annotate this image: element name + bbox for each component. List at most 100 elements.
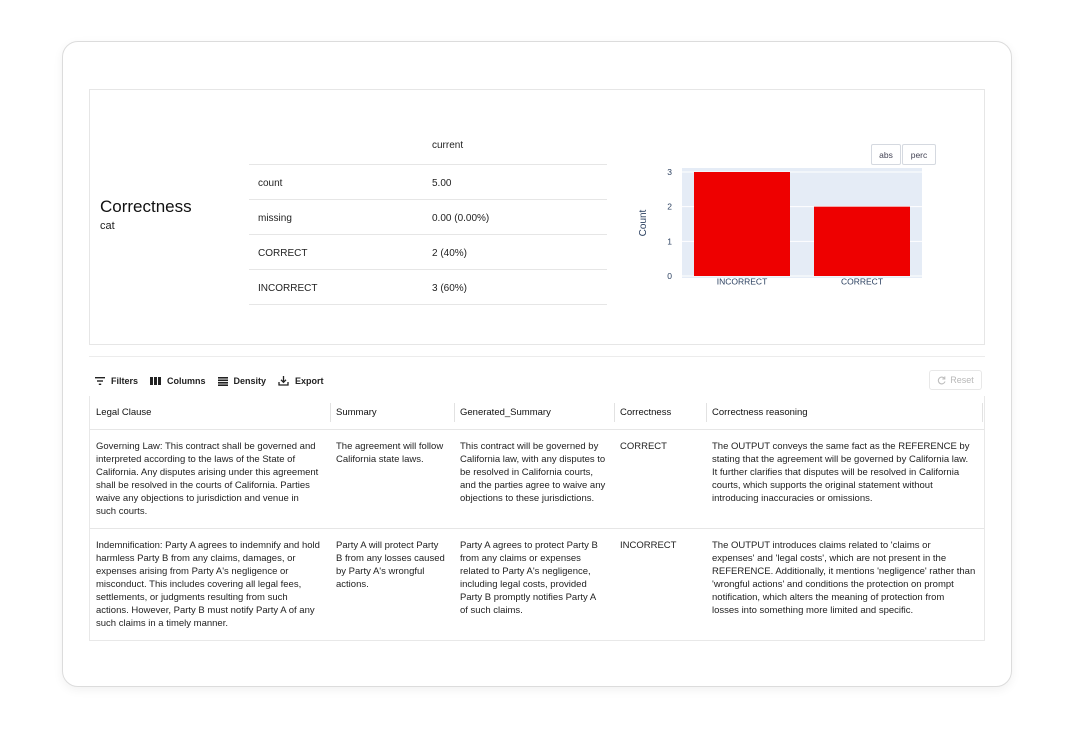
cell-text-line: including legal costs, provided bbox=[460, 579, 587, 590]
stats-row: missing 0.00 (0.00%) bbox=[249, 200, 607, 235]
feature-summary-panel: Correctness cat current count 5.00 missi… bbox=[89, 89, 985, 345]
cell-text-line: from any claims or expenses bbox=[460, 553, 581, 564]
column-header-summary[interactable]: Summary bbox=[330, 396, 454, 429]
bar-incorrect[interactable] bbox=[694, 172, 790, 276]
cell-text-line: The OUTPUT introduces claims related to … bbox=[712, 540, 931, 551]
y-tick-label: 0 bbox=[667, 271, 672, 281]
cell-text-line: misconduct. This includes covering all l… bbox=[96, 579, 302, 590]
cell-text-line: stating that the agreement will be gover… bbox=[712, 454, 969, 465]
cell-text-line: such claims in a timely manner. bbox=[96, 618, 228, 629]
correctness-reasoning-cell: The OUTPUT conveys the same fact as the … bbox=[712, 440, 980, 505]
stats-column-header: current bbox=[432, 140, 464, 151]
stats-table: current count 5.00 missing 0.00 (0.00%) … bbox=[249, 130, 607, 305]
column-header-correctness-reasoning[interactable]: Correctness reasoning bbox=[706, 396, 982, 429]
generated-summary-cell: Party A agrees to protect Party B from a… bbox=[460, 539, 612, 617]
cell-text-line: be resolved in California courts, bbox=[460, 467, 594, 478]
y-tick-label: 1 bbox=[667, 236, 672, 246]
filters-label: Filters bbox=[111, 376, 139, 386]
refresh-icon bbox=[938, 376, 946, 384]
summary-cell: Party A will protect Party B from any lo… bbox=[336, 539, 452, 591]
cell-text-line: harmless Party B from any claims, damage… bbox=[96, 553, 296, 564]
cell-text-line: REFERENCE. Additionally, it mentions 'ne… bbox=[712, 566, 976, 577]
column-header-legal-clause[interactable]: Legal Clause bbox=[90, 396, 330, 429]
cell-text-line: expenses' and 'legal costs', which are n… bbox=[712, 553, 947, 564]
cell-text-line: California. Any disputes arising under t… bbox=[96, 467, 319, 478]
cell-text-line: The OUTPUT conveys the same fact as the … bbox=[712, 441, 970, 452]
legal-clause-cell: Indemnification: Party A agrees to indem… bbox=[96, 539, 328, 630]
filters-button[interactable]: Filters bbox=[95, 376, 138, 386]
cell-text-line: courts, which supports the original stat… bbox=[712, 480, 933, 491]
count-bar-chart: 0 1 2 3 INCORRECT CORRECT Count bbox=[638, 167, 922, 287]
cell-text-line: The agreement will follow bbox=[336, 441, 444, 452]
cell-text-line: such courts. bbox=[96, 506, 148, 517]
generated-summary-cell: This contract will be governed by Califo… bbox=[460, 440, 612, 505]
cell-text-line: losses into something more limited and s… bbox=[712, 605, 914, 616]
cell-text-line: Party A will protect Party bbox=[336, 540, 439, 551]
columns-label: Columns bbox=[167, 376, 206, 386]
table-row[interactable]: Indemnification: Party A agrees to indem… bbox=[90, 529, 984, 640]
cell-text-line: by Party A's wrongful bbox=[336, 566, 425, 577]
stats-value: 3 (60%) bbox=[432, 283, 468, 294]
cell-text-line: of such claims. bbox=[460, 605, 523, 616]
stats-label: CORRECT bbox=[258, 248, 308, 259]
stats-label: INCORRECT bbox=[258, 283, 318, 294]
cell-text-line: waive any objections to jurisdiction and… bbox=[96, 493, 299, 504]
stats-value: 5.00 bbox=[432, 178, 452, 189]
density-label: Density bbox=[233, 376, 267, 386]
grid-toolbar: Filters Columns Density Export bbox=[95, 373, 336, 389]
cell-text-line: Party B promptly notifies Party A bbox=[460, 592, 597, 603]
summary-cell: The agreement will follow California sta… bbox=[336, 440, 452, 466]
correctness-reasoning-cell: The OUTPUT introduces claims related to … bbox=[712, 539, 980, 617]
cell-text-line: Governing Law: This contract shall be go… bbox=[96, 441, 316, 452]
cell-text-line: related to Party A's negligence, bbox=[460, 566, 591, 577]
reset-label: Reset bbox=[950, 375, 974, 385]
cell-text-line: 'wrongful actions' and conditions the pr… bbox=[712, 579, 954, 590]
filter-icon bbox=[95, 377, 105, 385]
y-tick-label: 2 bbox=[667, 202, 672, 212]
cell-text-line: Indemnification: Party A agrees to indem… bbox=[96, 540, 320, 551]
cell-text-line: This contract will be governed by bbox=[460, 441, 599, 452]
density-button[interactable]: Density bbox=[217, 376, 267, 386]
table-row[interactable]: Governing Law: This contract shall be go… bbox=[90, 429, 984, 529]
data-grid: Legal Clause Summary Generated_Summary C… bbox=[89, 396, 985, 641]
stats-header: current bbox=[249, 130, 607, 165]
columns-button[interactable]: Columns bbox=[150, 376, 206, 386]
legal-clause-cell: Governing Law: This contract shall be go… bbox=[96, 440, 328, 518]
stats-row: count 5.00 bbox=[249, 165, 607, 200]
cell-text-line: objections to these jurisdictions. bbox=[460, 493, 595, 504]
correctness-cell: CORRECT bbox=[620, 441, 667, 452]
feature-name: Correctness bbox=[100, 197, 192, 216]
export-label: Export bbox=[295, 376, 324, 386]
cell-text-line: Party A agrees to protect Party B bbox=[460, 540, 598, 551]
correctness-cell: INCORRECT bbox=[620, 540, 677, 551]
stats-row: INCORRECT 3 (60%) bbox=[249, 270, 607, 305]
export-button[interactable]: Export bbox=[278, 376, 324, 386]
cell-text-line: settlements, or judgments resulting from… bbox=[96, 592, 288, 603]
column-separator[interactable] bbox=[982, 403, 983, 422]
y-tick-label: 3 bbox=[667, 167, 672, 177]
column-header-correctness[interactable]: Correctness bbox=[614, 396, 706, 429]
section-divider bbox=[89, 356, 985, 357]
stats-label: count bbox=[258, 178, 283, 189]
cell-text-line: California state laws. bbox=[336, 454, 424, 465]
x-tick-label: CORRECT bbox=[841, 277, 883, 287]
cell-text-line: introducing inaccuracies or omissions. bbox=[712, 493, 873, 504]
download-icon bbox=[278, 376, 289, 386]
cell-text-line: interpreted according to the laws of the… bbox=[96, 454, 296, 465]
column-header-generated-summary[interactable]: Generated_Summary bbox=[454, 396, 614, 429]
stats-label: missing bbox=[258, 213, 292, 224]
y-axis-title: Count bbox=[638, 209, 649, 236]
cell-text-line: B from any losses caused bbox=[336, 553, 445, 564]
cell-text-line: actions. However, Party B must notify Pa… bbox=[96, 605, 315, 616]
cell-text-line: expenses arising from Party A's negligen… bbox=[96, 566, 289, 577]
stats-value: 2 (40%) bbox=[432, 248, 468, 259]
cell-text-line: and the parties agree to waive any bbox=[460, 480, 606, 491]
stats-value: 0.00 (0.00%) bbox=[432, 213, 490, 224]
cell-text-line: actions. bbox=[336, 579, 369, 590]
cell-text-line: notification, which alters the meaning o… bbox=[712, 592, 945, 603]
grid-header-row: Legal Clause Summary Generated_Summary C… bbox=[90, 396, 984, 430]
stats-row: CORRECT 2 (40%) bbox=[249, 235, 607, 270]
cell-text-line: shall be resolved in the courts of Calif… bbox=[96, 480, 310, 491]
reset-button[interactable]: Reset bbox=[929, 370, 982, 390]
bar-correct[interactable] bbox=[814, 206, 910, 276]
